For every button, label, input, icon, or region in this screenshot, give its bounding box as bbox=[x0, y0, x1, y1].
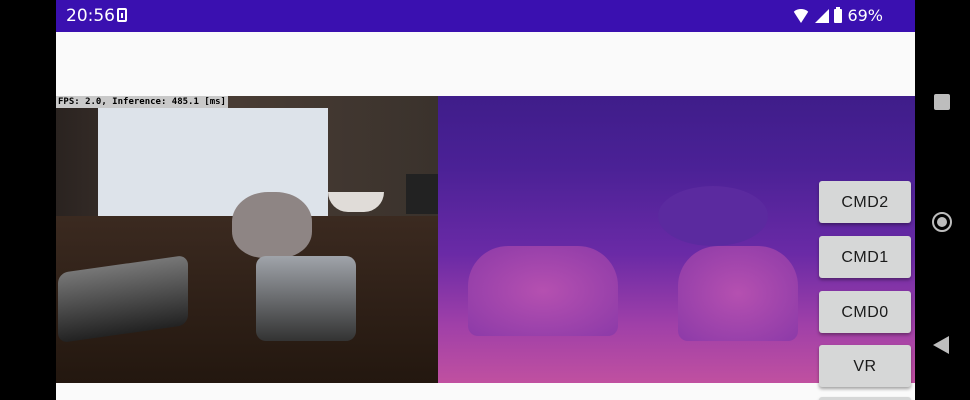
app-toolbar bbox=[56, 32, 915, 96]
battery-icon bbox=[834, 6, 843, 23]
camera-preview: FPS: 2.0, Inference: 485.1 [ms] bbox=[56, 96, 438, 383]
depth-shape bbox=[658, 186, 768, 246]
cmd1-button[interactable]: CMD1 bbox=[819, 236, 911, 278]
keyboard-object bbox=[406, 174, 438, 214]
bottom-area bbox=[56, 383, 915, 400]
toy-car-right bbox=[256, 256, 356, 341]
vr-button[interactable]: VR bbox=[819, 345, 911, 387]
download-icon bbox=[117, 8, 127, 22]
depth-shape bbox=[468, 246, 618, 336]
plush-toy-object bbox=[232, 192, 312, 258]
status-time: 20:56 bbox=[66, 6, 115, 26]
wifi-icon bbox=[792, 8, 811, 23]
signal-icon bbox=[815, 8, 830, 23]
cmd0-button[interactable]: CMD0 bbox=[819, 291, 911, 333]
recents-icon[interactable] bbox=[934, 94, 950, 110]
navigation-bar bbox=[915, 0, 970, 400]
fps-inference-overlay: FPS: 2.0, Inference: 485.1 [ms] bbox=[56, 96, 228, 108]
battery-percentage: 69% bbox=[847, 6, 883, 25]
depth-shape bbox=[678, 246, 798, 341]
app-screen: 20:56 69% FPS: 2.0, Inference: 485.1 [ms… bbox=[56, 0, 915, 400]
back-icon[interactable] bbox=[933, 336, 949, 354]
status-indicators: 69% bbox=[792, 6, 883, 25]
home-icon[interactable] bbox=[932, 212, 952, 232]
cmd2-button[interactable]: CMD2 bbox=[819, 181, 911, 223]
status-bar: 20:56 69% bbox=[56, 0, 915, 32]
